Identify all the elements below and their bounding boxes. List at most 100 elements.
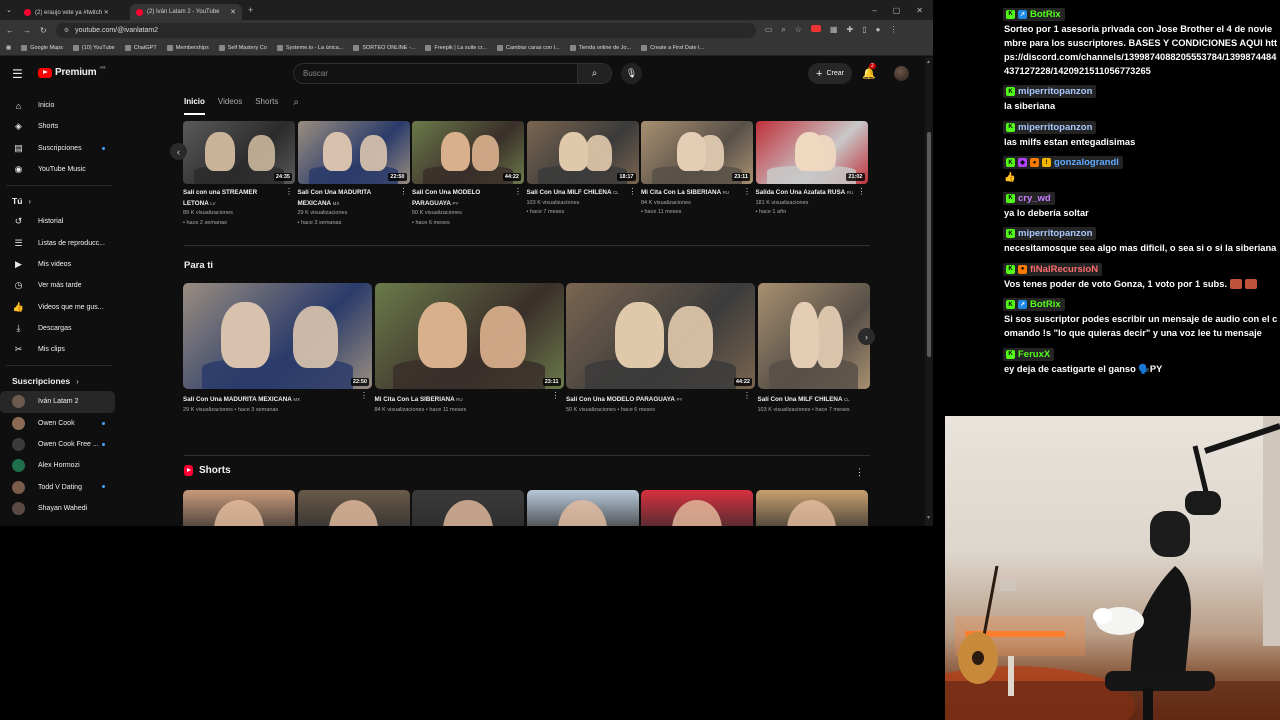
record-extension-icon[interactable] bbox=[810, 25, 821, 32]
chat-username[interactable]: Kmiperritopanzon bbox=[1003, 85, 1097, 98]
sidebar-item[interactable]: 👍 Videos que me gus... bbox=[0, 296, 122, 317]
chat-username[interactable]: K FeruxX bbox=[1003, 347, 1055, 361]
video-card[interactable]: 23:11 Mi Cita Con La SIBERIANA RU 84 K vis… bbox=[374, 283, 564, 415]
video-card[interactable]: 44:22 Salí Con Una MODELO PARAGUAYA PY 50 … bbox=[412, 121, 524, 228]
video-title[interactable]: Salí con una STREAMER LETONA LV bbox=[183, 188, 283, 209]
notifications-button[interactable]: 🔔 2 bbox=[862, 63, 876, 80]
minimize-icon[interactable]: – bbox=[872, 6, 876, 15]
bookmark-item[interactable]: Cambiar caras con I... bbox=[496, 44, 560, 51]
video-card[interactable]: 22:50 Salí Con Una MADURITA MEXICANA MX 29… bbox=[297, 121, 410, 228]
sidebar-item[interactable]: ⌂ Inicio bbox=[0, 95, 122, 116]
sidebar-item[interactable]: ▶ Mis videos bbox=[0, 254, 122, 275]
video-thumbnail[interactable]: 23:11 bbox=[641, 121, 753, 184]
short-thumbnail[interactable] bbox=[183, 490, 295, 526]
video-thumbnail[interactable]: 24:35 bbox=[183, 121, 295, 184]
video-thumbnail[interactable]: 21:02 bbox=[755, 121, 868, 184]
star-icon[interactable]: ☆ bbox=[795, 25, 802, 35]
more-actions-icon[interactable]: ⋮ bbox=[743, 391, 751, 400]
bookmark-item[interactable]: (10) YouTube bbox=[72, 44, 115, 51]
scroll-down-icon[interactable]: ▼ bbox=[926, 515, 931, 521]
video-card[interactable]: Salí Con Una MILF CHILENA CL 103 K visual… bbox=[757, 283, 870, 415]
subscriptions-section-title[interactable]: Suscripciones › bbox=[0, 371, 122, 391]
cast-icon[interactable]: ▭ bbox=[765, 25, 773, 35]
site-info-icon[interactable]: ⚙ bbox=[64, 27, 69, 34]
maximize-icon[interactable]: ▢ bbox=[893, 6, 901, 15]
video-thumbnail[interactable]: 44:22 bbox=[566, 283, 755, 389]
tab-twitch[interactable]: (2) eraujo vete ya #twitch ✕ bbox=[18, 4, 130, 20]
video-title[interactable]: Salí Con Una MILF CHILENA CL bbox=[527, 188, 627, 199]
video-thumbnail[interactable]: 44:22 bbox=[412, 121, 524, 184]
search-button[interactable]: ⌕ bbox=[577, 63, 612, 84]
short-thumbnail[interactable] bbox=[412, 490, 524, 526]
reload-icon[interactable]: ↻ bbox=[40, 26, 47, 35]
video-card[interactable]: 44:22 Salí Con Una MODELO PARAGUAYA PY 50 … bbox=[566, 283, 755, 415]
subscription-item[interactable]: Alex Hormozi bbox=[0, 455, 122, 476]
subscription-item[interactable]: Shayan Wahedi bbox=[0, 498, 122, 519]
zoom-icon[interactable]: ⌕ bbox=[781, 25, 785, 35]
close-window-icon[interactable]: ✕ bbox=[916, 6, 923, 15]
more-actions-icon[interactable]: ⋮ bbox=[858, 187, 866, 196]
video-thumbnail[interactable]: 22:50 bbox=[297, 121, 410, 184]
bookmark-item[interactable]: Google Maps bbox=[21, 44, 63, 51]
more-actions-icon[interactable]: ⋮ bbox=[743, 187, 751, 196]
bookmark-item[interactable]: Create a First Date I... bbox=[641, 44, 704, 51]
short-thumbnail[interactable] bbox=[755, 490, 868, 526]
video-title[interactable]: Mi Cita Con La SIBERIANA RU bbox=[641, 188, 741, 199]
more-actions-icon[interactable]: ⋮ bbox=[629, 187, 637, 196]
chat-username[interactable]: Kcry_wd bbox=[1003, 191, 1055, 205]
scrollbar-thumb[interactable] bbox=[927, 132, 931, 357]
video-card[interactable]: 18:17 Salí Con Una MILF CHILENA CL 103 K v… bbox=[526, 121, 639, 218]
video-card[interactable]: 21:02 Salida Con Una Azafata RUSA RU 181 K… bbox=[755, 121, 868, 218]
voice-search-button[interactable]: 🎙 bbox=[621, 63, 642, 84]
video-card[interactable]: 24:35 Salí con una STREAMER LETONA LV 89 K… bbox=[183, 121, 295, 228]
subscription-item[interactable]: Iván Latam 2 bbox=[0, 391, 115, 413]
tab-inicio[interactable]: Inicio bbox=[184, 97, 205, 115]
more-actions-icon[interactable]: ⋮ bbox=[400, 187, 408, 196]
extension-icon[interactable]: ▦ bbox=[830, 25, 838, 35]
video-thumbnail[interactable]: 23:11 bbox=[374, 283, 564, 389]
puzzle-icon[interactable]: ✚ bbox=[846, 25, 853, 35]
shelf-next-button[interactable]: › bbox=[858, 328, 875, 345]
video-title[interactable]: Salí Con Una MADURITA MEXICANA MX bbox=[183, 395, 358, 406]
page-scrollbar[interactable]: ▲ ▼ bbox=[925, 57, 933, 526]
account-avatar[interactable] bbox=[894, 66, 909, 81]
sidebar-item[interactable]: ◷ Ver más tarde bbox=[0, 275, 122, 296]
tab-shorts[interactable]: Shorts bbox=[255, 97, 278, 115]
video-title[interactable]: Mi Cita Con La SIBERIANA RU bbox=[375, 395, 550, 406]
chat-username[interactable]: K ↗ BotRix bbox=[1003, 7, 1065, 21]
bookmark-item[interactable]: ChatGPT bbox=[124, 44, 157, 51]
video-card[interactable]: 23:11 Mi Cita Con La SIBERIANA RU 84 K vis… bbox=[641, 121, 753, 218]
create-button[interactable]: + Crear bbox=[808, 63, 852, 84]
subscription-item[interactable]: Owen Cook bbox=[0, 413, 122, 434]
video-title[interactable]: Salí Con Una MADURITA MEXICANA MX bbox=[298, 188, 398, 209]
sidebar-item[interactable]: ☰ Listas de reproducc... bbox=[0, 232, 122, 253]
shelf-prev-button[interactable]: ‹ bbox=[170, 143, 187, 160]
short-thumbnail[interactable] bbox=[297, 490, 410, 526]
video-thumbnail[interactable]: 22:50 bbox=[183, 283, 372, 389]
bookmark-item[interactable]: Tienda online de Jo... bbox=[569, 44, 631, 51]
scroll-up-icon[interactable]: ▲ bbox=[926, 59, 931, 65]
channel-search-icon[interactable]: ⌕ bbox=[293, 97, 299, 115]
short-thumbnail[interactable] bbox=[526, 490, 639, 526]
close-tab-icon[interactable]: ✕ bbox=[230, 8, 236, 16]
bookmark-item[interactable]: Systeme.io - La única... bbox=[276, 44, 343, 51]
search-input[interactable] bbox=[293, 63, 577, 84]
apps-icon[interactable]: ▦ bbox=[6, 45, 11, 51]
more-actions-icon[interactable]: ⋮ bbox=[285, 187, 293, 196]
url-field[interactable]: ⚙ youtube.com/@ivanlatam2 bbox=[55, 22, 756, 38]
subscription-item[interactable]: Owen Cook Free ... bbox=[0, 434, 122, 455]
bookmark-item[interactable]: Freepik | La suite cr... bbox=[425, 44, 487, 51]
browser-menu-icon[interactable]: ⋮ bbox=[889, 25, 897, 35]
more-actions-icon[interactable]: ⋮ bbox=[360, 391, 368, 400]
menu-icon[interactable]: ☰ bbox=[12, 67, 23, 81]
sidebar-item[interactable]: ✂ Mis clips bbox=[0, 339, 122, 360]
chat-username[interactable]: K ● fiNalRecursioN bbox=[1003, 262, 1103, 276]
video-title[interactable]: Salida Con Una Azafata RUSA RU bbox=[756, 188, 856, 199]
sidebar-item[interactable]: ◉ YouTube Music bbox=[0, 159, 122, 180]
video-thumbnail[interactable]: 18:17 bbox=[526, 121, 639, 184]
video-title[interactable]: Salí Con Una MODELO PARAGUAYA PY bbox=[412, 188, 512, 209]
bookmark-item[interactable]: Self Mastery Co bbox=[218, 44, 267, 51]
sidebar-item[interactable]: ↺ Historial bbox=[0, 211, 122, 232]
forward-icon[interactable]: → bbox=[23, 26, 31, 35]
tab-search-icon[interactable]: ⌄ bbox=[0, 6, 18, 14]
